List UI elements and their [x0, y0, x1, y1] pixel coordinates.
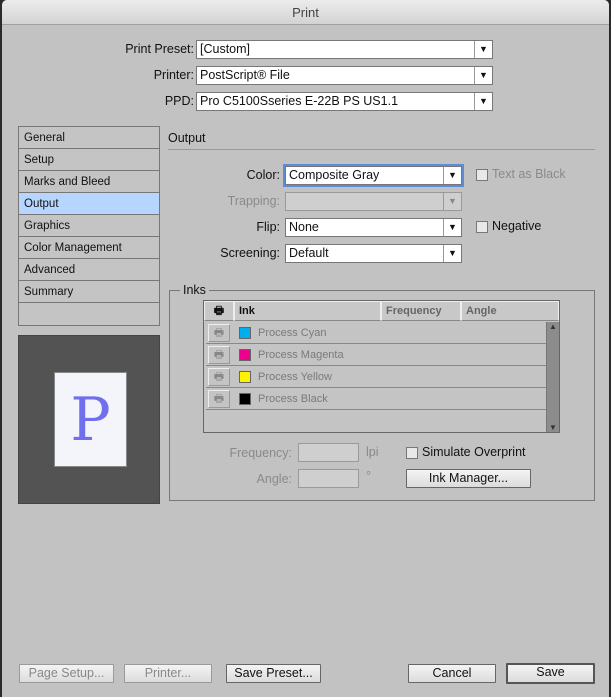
negative-checkbox[interactable]: Negative [476, 219, 541, 233]
printer-button[interactable]: Printer... [124, 664, 212, 683]
save-preset-button[interactable]: Save Preset... [226, 664, 321, 683]
printer-icon[interactable]: 🖶 [208, 324, 230, 342]
sidebar: General Setup Marks and Bleed Output Gra… [18, 126, 160, 326]
column-angle[interactable]: Angle [461, 301, 559, 321]
column-ink[interactable]: Ink [234, 301, 381, 321]
printer-icon[interactable]: 🖶 [208, 346, 230, 364]
chevron-down-icon: ▼ [474, 41, 492, 58]
cancel-button[interactable]: Cancel [408, 664, 496, 683]
table-row[interactable]: 🖶 Process Yellow [206, 366, 546, 388]
frequency-input[interactable] [298, 443, 359, 462]
screening-label: Screening: [220, 246, 280, 260]
scroll-up-icon[interactable]: ▲ [547, 322, 559, 331]
angle-unit: ° [366, 469, 371, 483]
flip-value: None [289, 220, 319, 234]
text-as-black-checkbox[interactable]: Text as Black [476, 167, 566, 181]
table-row[interactable]: 🖶 Process Magenta [206, 344, 546, 366]
color-select[interactable]: Composite Gray ▼ [285, 166, 462, 185]
page-setup-button[interactable]: Page Setup... [19, 664, 114, 683]
sidebar-item-general[interactable]: General [19, 127, 159, 149]
chevron-down-icon: ▼ [443, 245, 461, 262]
angle-label: Angle: [256, 472, 292, 486]
print-preset-label: Print Preset: [125, 42, 194, 56]
swatch-cyan [239, 327, 251, 339]
chevron-down-icon: ▼ [474, 93, 492, 110]
negative-label: Negative [492, 219, 542, 233]
save-button[interactable]: Save [506, 663, 595, 684]
ink-name: Process Cyan [258, 327, 327, 339]
ink-manager-button[interactable]: Ink Manager... [406, 469, 531, 488]
frequency-label: Frequency: [229, 446, 292, 460]
simulate-overprint-label: Simulate Overprint [422, 445, 526, 459]
printer-label: Printer: [153, 68, 194, 82]
ink-name: Process Magenta [258, 349, 344, 361]
sidebar-item-summary[interactable]: Summary [19, 281, 159, 303]
printer-value: PostScript® File [200, 68, 290, 82]
printer-icon[interactable]: 🖶 [208, 390, 230, 408]
scrollbar[interactable]: ▲ ▼ [546, 322, 559, 432]
ink-name: Process Yellow [258, 371, 332, 383]
chevron-down-icon: ▼ [443, 219, 461, 236]
sidebar-item-graphics[interactable]: Graphics [19, 215, 159, 237]
screening-value: Default [289, 246, 329, 260]
print-dialog: Print Print Preset: [Custom] ▼ Printer: P… [2, 0, 609, 697]
flip-select[interactable]: None ▼ [285, 218, 462, 237]
ppd-value: Pro C5100Sseries E-22B PS US1.1 [200, 94, 399, 108]
ink-name: Process Black [258, 393, 328, 405]
angle-input[interactable] [298, 469, 359, 488]
color-label: Color: [246, 168, 280, 182]
printer-icon[interactable]: 🖶 [208, 368, 230, 386]
divider [168, 149, 595, 150]
flip-label: Flip: [256, 220, 280, 234]
section-title: Output [168, 131, 206, 145]
trapping-label: Trapping: [227, 194, 280, 208]
inks-group: Inks 🖶 Ink Frequency Angle 🖶 Process Cyan… [169, 283, 595, 501]
table-row[interactable]: 🖶 Process Cyan [206, 322, 546, 344]
frequency-unit: lpi [366, 445, 379, 459]
scroll-down-icon[interactable]: ▼ [547, 423, 559, 432]
chevron-down-icon: ▼ [443, 167, 461, 184]
page-preview: P [18, 335, 160, 504]
sidebar-item-marks-and-bleed[interactable]: Marks and Bleed [19, 171, 159, 193]
sidebar-item-advanced[interactable]: Advanced [19, 259, 159, 281]
color-value: Composite Gray [289, 168, 380, 182]
chevron-down-icon: ▼ [474, 67, 492, 84]
inks-title: Inks [180, 283, 209, 297]
print-preset-value: [Custom] [200, 42, 251, 56]
ppd-label: PPD: [164, 94, 194, 108]
ppd-select[interactable]: Pro C5100Sseries E-22B PS US1.1 ▼ [196, 92, 493, 111]
window-title: Print [2, 0, 609, 25]
swatch-yellow [239, 371, 251, 383]
chevron-down-icon: ▼ [443, 193, 461, 210]
printer-select[interactable]: PostScript® File ▼ [196, 66, 493, 85]
print-preset-select[interactable]: [Custom] ▼ [196, 40, 493, 59]
swatch-magenta [239, 349, 251, 361]
table-row[interactable]: 🖶 Process Black [206, 388, 546, 410]
column-frequency[interactable]: Frequency [381, 301, 461, 321]
checkbox-icon [476, 220, 488, 233]
print-column-icon[interactable]: 🖶 [204, 301, 234, 321]
checkbox-icon [406, 446, 418, 459]
text-as-black-label: Text as Black [492, 167, 566, 181]
simulate-overprint-checkbox[interactable]: Simulate Overprint [406, 445, 526, 459]
sidebar-item-setup[interactable]: Setup [19, 149, 159, 171]
trapping-select[interactable]: ▼ [285, 192, 462, 211]
sidebar-item-color-management[interactable]: Color Management [19, 237, 159, 259]
swatch-black [239, 393, 251, 405]
screening-select[interactable]: Default ▼ [285, 244, 462, 263]
sidebar-item-output[interactable]: Output [19, 193, 159, 215]
checkbox-icon [476, 168, 488, 181]
inks-table: 🖶 Ink Frequency Angle 🖶 Process Cyan 🖶 Pro… [203, 300, 560, 433]
preview-page: P [54, 372, 127, 467]
